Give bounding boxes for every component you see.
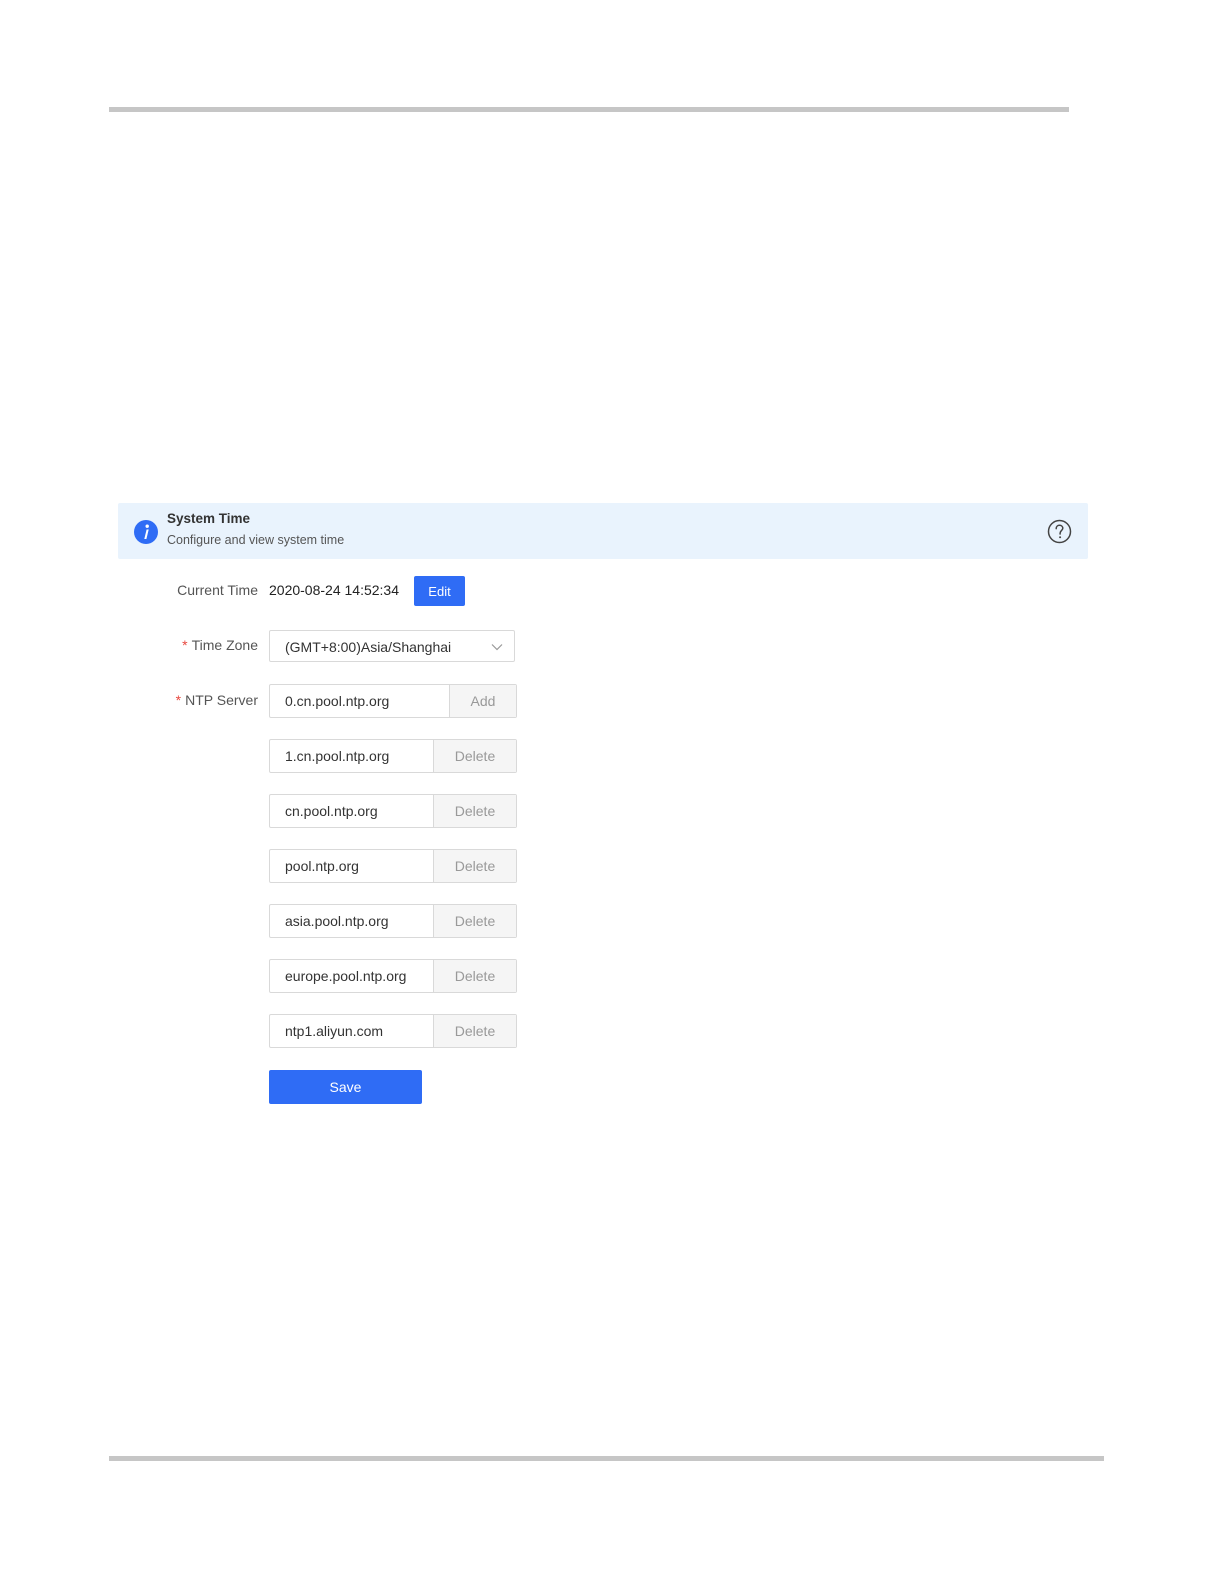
ntp-server-input[interactable]: [270, 740, 433, 772]
ntp-server-row: Delete: [269, 794, 517, 828]
delete-ntp-server-button[interactable]: Delete: [433, 1015, 516, 1047]
edit-time-button[interactable]: Edit: [414, 576, 465, 606]
ntp-server-input[interactable]: [270, 1015, 433, 1047]
required-mark: *: [182, 637, 188, 653]
ntp-server-input[interactable]: [270, 795, 433, 827]
delete-ntp-server-button[interactable]: Delete: [433, 740, 516, 772]
ntp-server-row: Add: [269, 684, 517, 718]
time-zone-label: * Time Zone: [58, 637, 258, 653]
banner-title: System Time: [167, 511, 251, 526]
ntp-server-input[interactable]: [270, 905, 433, 937]
banner-description: Configure and view system time: [167, 533, 345, 547]
current-time-value: 2020-08-24 14:52:34: [269, 582, 399, 598]
delete-ntp-server-button[interactable]: Delete: [433, 905, 516, 937]
ntp-server-row: Delete: [269, 849, 517, 883]
ntp-server-input[interactable]: [270, 960, 433, 992]
delete-ntp-server-button[interactable]: Delete: [433, 795, 516, 827]
ntp-server-row: Delete: [269, 1014, 517, 1048]
question-circle-icon[interactable]: [1047, 519, 1072, 544]
delete-ntp-server-button[interactable]: Delete: [433, 850, 516, 882]
time-zone-label-text: Time Zone: [191, 637, 258, 653]
info-icon: [134, 520, 158, 544]
ntp-server-row: Delete: [269, 959, 517, 993]
page-bottom-divider: [109, 1456, 1104, 1461]
ntp-server-input[interactable]: [270, 685, 449, 717]
page-top-divider: [109, 107, 1069, 112]
current-time-label: Current Time: [177, 582, 258, 598]
system-time-banner: System Time Configure and view system ti…: [118, 503, 1088, 559]
ntp-server-row: Delete: [269, 904, 517, 938]
ntp-server-label: * NTP Server: [58, 692, 258, 708]
time-zone-selected-value: (GMT+8:00)Asia/Shanghai: [285, 639, 452, 655]
time-zone-select[interactable]: (GMT+8:00)Asia/Shanghai: [269, 630, 515, 662]
add-ntp-server-button[interactable]: Add: [449, 685, 516, 717]
save-button[interactable]: Save: [269, 1070, 422, 1104]
ntp-server-row: Delete: [269, 739, 517, 773]
ntp-server-label-text: NTP Server: [185, 692, 258, 708]
delete-ntp-server-button[interactable]: Delete: [433, 960, 516, 992]
ntp-server-input[interactable]: [270, 850, 433, 882]
required-mark: *: [175, 692, 182, 708]
chevron-down-icon: [491, 644, 503, 651]
